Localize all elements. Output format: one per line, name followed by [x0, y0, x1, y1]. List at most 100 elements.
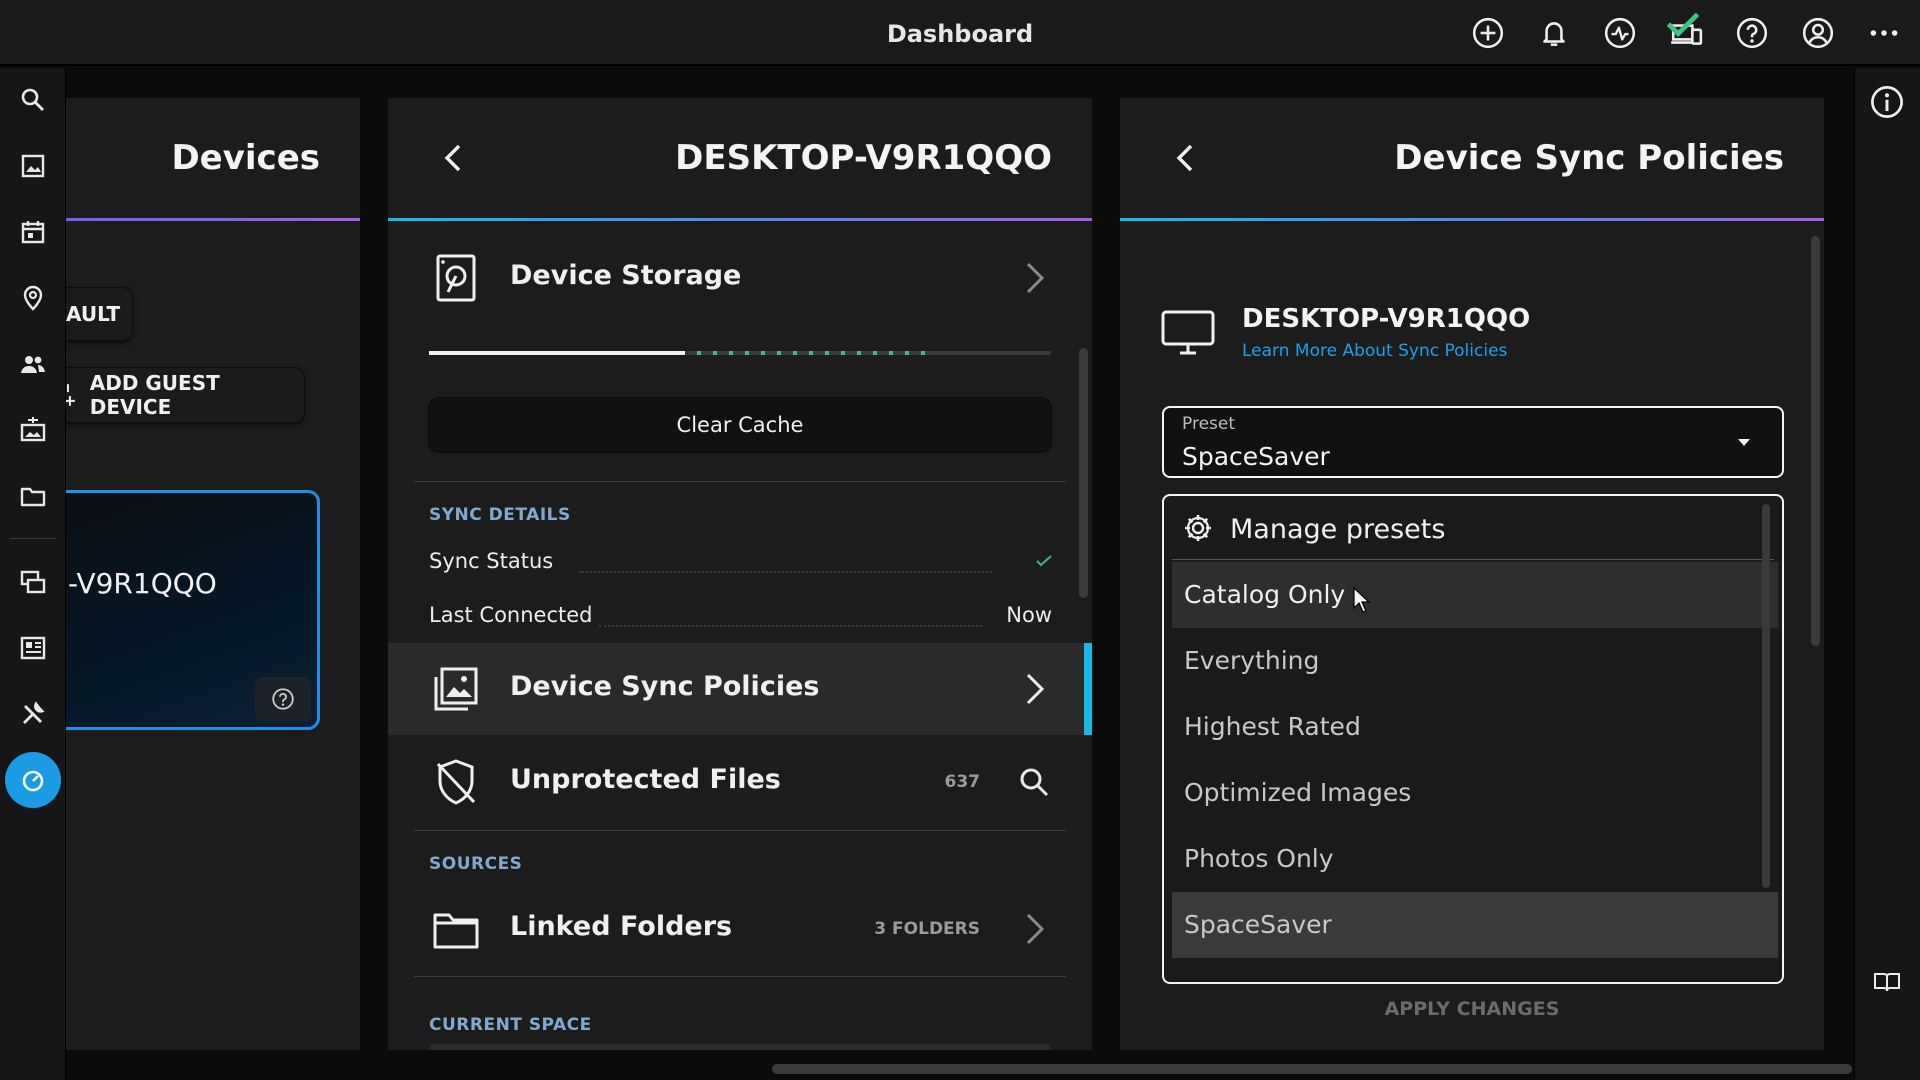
vault-filter-label: AULT: [66, 302, 121, 326]
divider: [414, 481, 1066, 482]
dropdown-scrollbar[interactable]: [1762, 504, 1770, 888]
vertical-scrollbar[interactable]: [1811, 236, 1820, 646]
current-space-bar: [429, 1044, 1051, 1050]
preset-option[interactable]: Optimized Images: [1172, 760, 1778, 826]
device-detail-panel: DESKTOP-V9R1QQO Device Storage Clear Cac…: [388, 98, 1092, 1050]
help-icon[interactable]: [1732, 13, 1772, 53]
unprotected-files-label: Unprotected Files: [510, 764, 781, 795]
learn-more-link[interactable]: Learn More About Sync Policies: [1242, 341, 1507, 361]
device-name: DESKTOP-V9R1QQO: [1242, 304, 1531, 334]
add-guest-device-button[interactable]: ADD GUEST DEVICE: [66, 368, 304, 422]
device-sync-policies-row[interactable]: Device Sync Policies: [388, 643, 1092, 735]
vertical-scrollbar[interactable]: [1079, 348, 1088, 598]
folder-icon[interactable]: [13, 476, 53, 516]
mouse-cursor-icon: [1353, 586, 1371, 613]
left-nav-rail: [0, 68, 66, 1080]
preset-option-label: Highest Rated: [1184, 712, 1361, 741]
device-card-name: -V9R1QQO: [68, 567, 217, 600]
preset-select-value: SpaceSaver: [1182, 442, 1330, 471]
horizontal-scrollbar[interactable]: [772, 1064, 1852, 1074]
devices-icon[interactable]: [1666, 12, 1706, 53]
storage-cache-fill: [697, 351, 927, 355]
last-connected-label: Last Connected: [429, 603, 593, 627]
preset-option-selected[interactable]: SpaceSaver: [1172, 892, 1778, 958]
chevron-left-icon: [444, 144, 461, 172]
top-bar: Dashboard: [0, 0, 1920, 66]
back-button[interactable]: [1166, 138, 1206, 178]
panel-title: Device Sync Policies: [1394, 138, 1784, 178]
section-sources: SOURCES: [429, 854, 523, 874]
check-icon: [1666, 12, 1700, 38]
activity-icon[interactable]: [1600, 13, 1640, 53]
sync-status-label: Sync Status: [429, 549, 554, 573]
right-rail: [1854, 68, 1920, 1080]
grid-icon[interactable]: [13, 628, 53, 668]
preset-select-label: Preset: [1182, 414, 1236, 434]
image-icon[interactable]: [13, 146, 53, 186]
header-divider: [66, 218, 360, 221]
device-card[interactable]: -V9R1QQO: [66, 490, 320, 730]
search-icon[interactable]: [1014, 762, 1054, 802]
clear-cache-label: Clear Cache: [676, 413, 804, 437]
gear-icon: [1185, 515, 1211, 541]
caret-down-icon: [1738, 439, 1750, 446]
preset-option[interactable]: Everything: [1172, 628, 1778, 694]
panel-title: DESKTOP-V9R1QQO: [675, 138, 1052, 178]
storage-usage-bar: [429, 351, 1051, 355]
calendar-icon[interactable]: [13, 212, 53, 252]
panel-title: Devices: [171, 138, 320, 178]
photo-library-icon: [434, 667, 478, 711]
active-row-indicator: [1084, 643, 1092, 735]
storage-used-fill: [429, 351, 685, 355]
chevron-right-icon: [1026, 913, 1045, 945]
add-device-icon: [66, 384, 75, 406]
preset-option-label: Catalog Only: [1184, 580, 1346, 609]
add-circle-icon[interactable]: [1468, 13, 1508, 53]
shield-off-icon: [436, 759, 476, 805]
manage-presets-item[interactable]: Manage presets: [1164, 496, 1782, 560]
preset-select[interactable]: Preset SpaceSaver: [1162, 406, 1784, 478]
divider: [414, 976, 1066, 977]
linked-folders-count: 3 FOLDERS: [874, 919, 980, 939]
check-icon: [1036, 555, 1052, 567]
unprotected-files-count: 637: [944, 772, 981, 792]
sync-status-row: Sync Status: [429, 549, 1052, 579]
last-connected-value: Now: [1006, 603, 1052, 627]
tools-icon[interactable]: [13, 694, 53, 734]
chevron-right-icon: [1026, 673, 1045, 705]
apply-changes-button[interactable]: APPLY CHANGES: [1120, 998, 1824, 1020]
section-current-space: CURRENT SPACE: [429, 1015, 592, 1035]
people-icon[interactable]: [13, 344, 53, 384]
import-icon[interactable]: [13, 410, 53, 450]
linked-folders-row[interactable]: Linked Folders 3 FOLDERS: [388, 883, 1092, 975]
back-button[interactable]: [434, 138, 474, 178]
device-sync-policies-label: Device Sync Policies: [510, 671, 820, 702]
more-icon[interactable]: [1864, 13, 1904, 53]
preset-dropdown-menu: Manage presets Catalog Only Everything H…: [1162, 494, 1784, 984]
dashboard-gauge-icon[interactable]: [5, 752, 61, 808]
bell-icon[interactable]: [1534, 13, 1574, 53]
folder-icon: [433, 913, 479, 949]
search-icon[interactable]: [13, 80, 53, 120]
last-connected-row: Last Connected Now: [429, 603, 1052, 633]
info-icon[interactable]: [1869, 84, 1905, 120]
clear-cache-button[interactable]: Clear Cache: [429, 398, 1051, 452]
device-storage-label: Device Storage: [510, 260, 742, 291]
device-help-button[interactable]: [255, 677, 311, 721]
preset-option-label: SpaceSaver: [1184, 910, 1332, 939]
account-icon[interactable]: [1798, 13, 1838, 53]
collections-icon[interactable]: [13, 562, 53, 602]
monitor-icon: [1161, 310, 1215, 355]
preset-option[interactable]: Catalog Only: [1172, 562, 1778, 628]
sync-policies-panel: Device Sync Policies DESKTOP-V9R1QQO Lea…: [1120, 98, 1824, 1050]
device-storage-row[interactable]: Device Storage: [388, 232, 1092, 324]
preset-option-label: Photos Only: [1184, 844, 1334, 873]
preset-option[interactable]: Highest Rated: [1172, 694, 1778, 760]
chevron-left-icon: [1176, 144, 1193, 172]
location-pin-icon[interactable]: [13, 278, 53, 318]
preset-option-label: Everything: [1184, 646, 1320, 675]
book-icon[interactable]: [1873, 970, 1901, 994]
unprotected-files-row[interactable]: Unprotected Files 637: [388, 736, 1092, 828]
preset-option[interactable]: Photos Only: [1172, 826, 1778, 892]
vault-filter-pill[interactable]: AULT: [66, 288, 132, 340]
